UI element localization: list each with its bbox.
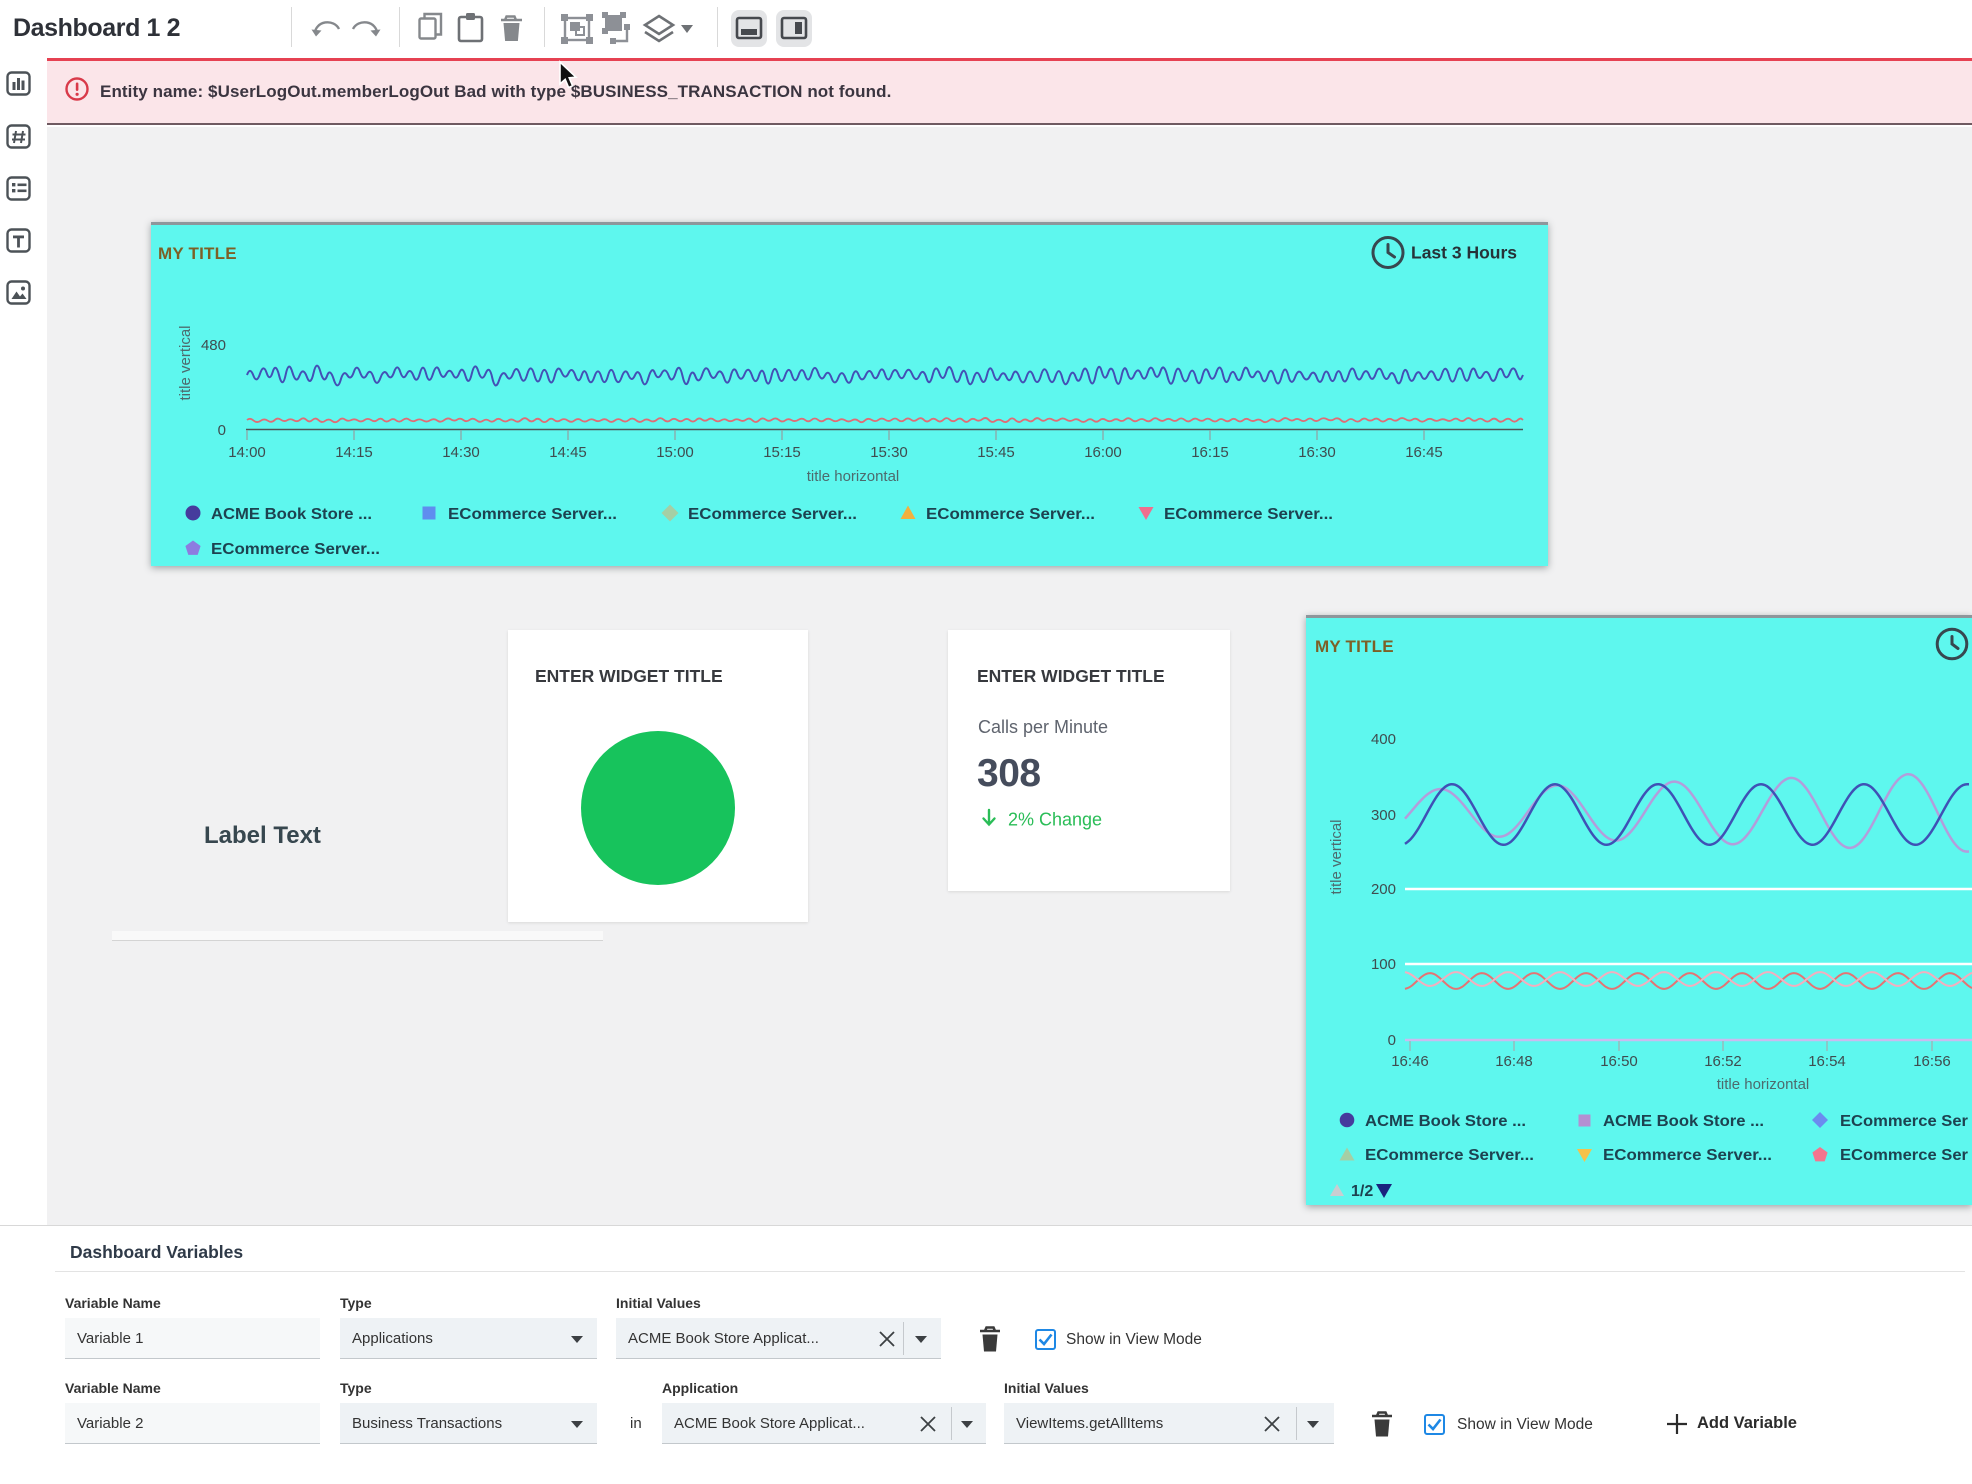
- svg-text:14:00: 14:00: [228, 444, 266, 461]
- svg-text:ECommerce Server...: ECommerce Server...: [1365, 1147, 1534, 1164]
- svg-text:ECommerce Server...: ECommerce Server...: [211, 541, 380, 558]
- svg-text:15:45: 15:45: [977, 444, 1015, 461]
- svg-text:16:46: 16:46: [1391, 1053, 1429, 1070]
- svg-text:480: 480: [201, 337, 226, 354]
- svg-text:300: 300: [1371, 807, 1396, 824]
- svg-text:title vertical: title vertical: [1328, 819, 1345, 894]
- svg-text:15:15: 15:15: [763, 444, 801, 461]
- svg-text:16:45: 16:45: [1405, 444, 1443, 461]
- svg-text:16:56: 16:56: [1913, 1053, 1951, 1070]
- svg-text:ACME Book Store ...: ACME Book Store ...: [211, 506, 372, 523]
- svg-text:2% Change: 2% Change: [1008, 810, 1102, 830]
- svg-text:100: 100: [1371, 956, 1396, 973]
- svg-text:title vertical: title vertical: [177, 325, 194, 400]
- svg-text:0: 0: [1388, 1032, 1396, 1049]
- svg-text:1/2: 1/2: [1351, 1183, 1373, 1200]
- svg-text:16:30: 16:30: [1298, 444, 1336, 461]
- svg-text:ECommerce Server...: ECommerce Server...: [1603, 1147, 1772, 1164]
- svg-text:16:52: 16:52: [1704, 1053, 1742, 1070]
- svg-text:title horizontal: title horizontal: [807, 468, 900, 485]
- svg-text:14:45: 14:45: [549, 444, 587, 461]
- svg-text:ACME Book Store ...: ACME Book Store ...: [1603, 1113, 1764, 1130]
- svg-text:16:50: 16:50: [1600, 1053, 1638, 1070]
- svg-text:ACME Book Store ...: ACME Book Store ...: [1365, 1113, 1526, 1130]
- svg-text:title horizontal: title horizontal: [1717, 1076, 1810, 1093]
- svg-text:16:54: 16:54: [1808, 1053, 1846, 1070]
- svg-text:ECommerce Ser: ECommerce Ser: [1840, 1113, 1968, 1130]
- svg-text:ECommerce Server...: ECommerce Server...: [448, 506, 617, 523]
- svg-text:ECommerce Server...: ECommerce Server...: [926, 506, 1095, 523]
- svg-text:ECommerce Ser: ECommerce Ser: [1840, 1147, 1968, 1164]
- svg-text:16:15: 16:15: [1191, 444, 1229, 461]
- svg-text:200: 200: [1371, 881, 1396, 898]
- svg-text:0: 0: [218, 422, 226, 439]
- svg-text:ECommerce Server...: ECommerce Server...: [1164, 506, 1333, 523]
- svg-text:ECommerce Server...: ECommerce Server...: [688, 506, 857, 523]
- svg-text:15:30: 15:30: [870, 444, 908, 461]
- svg-text:14:15: 14:15: [335, 444, 373, 461]
- svg-text:400: 400: [1371, 731, 1396, 748]
- svg-text:14:30: 14:30: [442, 444, 480, 461]
- svg-text:15:00: 15:00: [656, 444, 694, 461]
- svg-text:16:00: 16:00: [1084, 444, 1122, 461]
- svg-text:16:48: 16:48: [1495, 1053, 1533, 1070]
